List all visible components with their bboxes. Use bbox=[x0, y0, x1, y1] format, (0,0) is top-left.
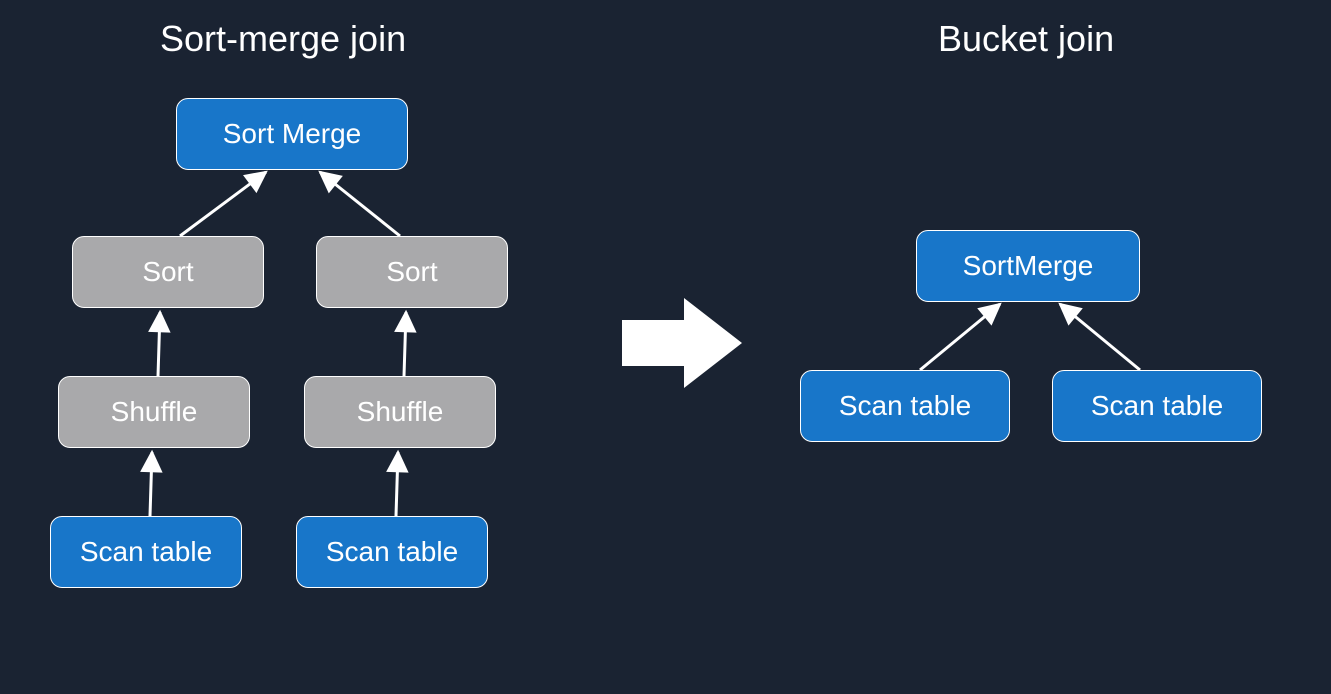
left-shuffle-left: Shuffle bbox=[58, 376, 250, 448]
left-shuffle-right: Shuffle bbox=[304, 376, 496, 448]
right-scan-right: Scan table bbox=[1052, 370, 1262, 442]
left-diagram-title: Sort-merge join bbox=[160, 18, 406, 60]
left-sort-right: Sort bbox=[316, 236, 508, 308]
right-scan-left: Scan table bbox=[800, 370, 1010, 442]
transform-arrow-icon bbox=[622, 298, 742, 388]
left-sort-left: Sort bbox=[72, 236, 264, 308]
right-diagram-title: Bucket join bbox=[938, 18, 1114, 60]
left-scan-right: Scan table bbox=[296, 516, 488, 588]
left-root-sort-merge: Sort Merge bbox=[176, 98, 408, 170]
right-root-sortmerge: SortMerge bbox=[916, 230, 1140, 302]
diagram-canvas: Sort-merge join Bucket join Sort Merge S… bbox=[0, 0, 1331, 694]
left-scan-left: Scan table bbox=[50, 516, 242, 588]
